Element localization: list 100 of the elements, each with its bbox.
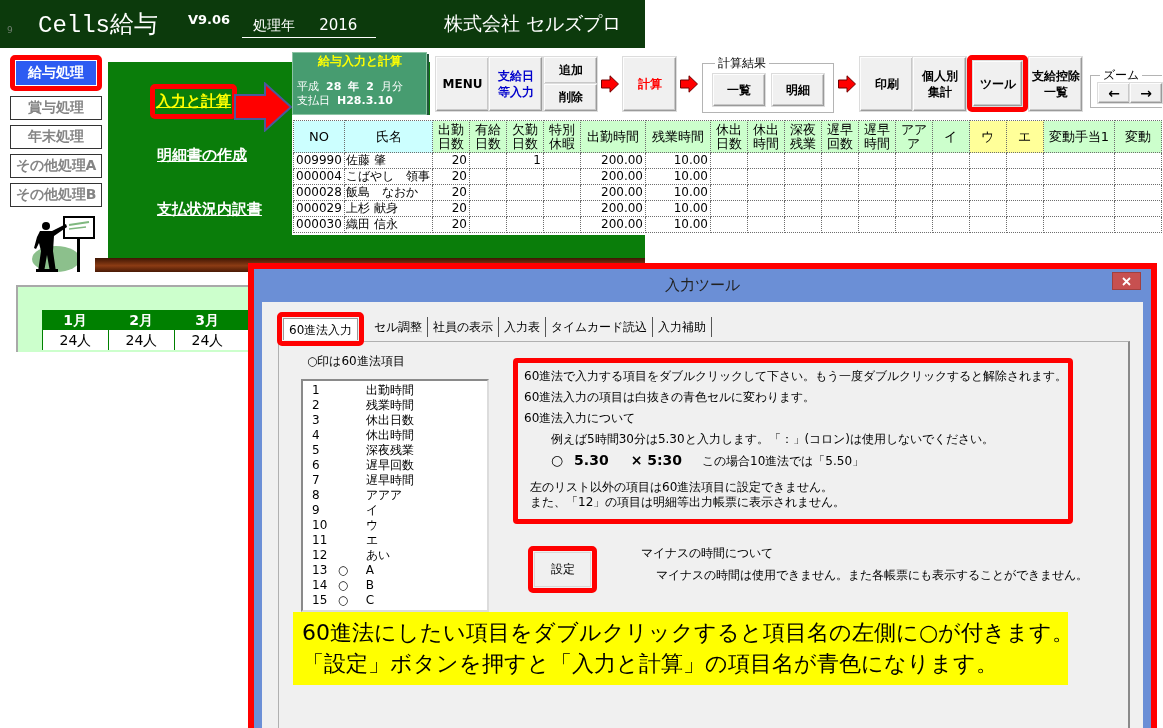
table-cell: 佐藤 肇 xyxy=(344,152,433,169)
corner-label: 9 xyxy=(7,25,14,35)
sidebar-item[interactable]: その他処理A xyxy=(10,154,102,178)
list-item[interactable]: 7 遅早時間 xyxy=(312,473,487,488)
example-correct: ○ 5.30 xyxy=(551,451,609,470)
info-text: 60進法入力の項目は白抜きの青色セルに変わります。 xyxy=(524,389,817,406)
column-header: 出勤時間 xyxy=(580,120,646,153)
year-unit: 年 xyxy=(348,80,360,94)
menu-link[interactable]: 入力と計算 xyxy=(156,91,231,111)
table-cell: 009990 xyxy=(293,152,345,169)
info-text: また、「12」の項目は明細等出力帳票に表示されません。 xyxy=(530,495,847,510)
list-item[interactable]: 4 休出時間 xyxy=(312,428,487,443)
table-cell: 飯島 なおか xyxy=(344,184,433,201)
list-item[interactable]: 14 ○ B xyxy=(312,578,487,593)
list-item[interactable]: 13 ○ A xyxy=(312,563,487,578)
year-label: 処理年 xyxy=(253,17,296,35)
list-item[interactable]: 8 アアア xyxy=(312,488,487,503)
table-cell: 200.00 xyxy=(580,168,646,185)
list-item[interactable]: 1 出勤時間 xyxy=(312,383,487,398)
toolbar-button[interactable]: 支給日 等入力 xyxy=(489,56,542,111)
column-header: 変動手当1 xyxy=(1043,120,1115,153)
minus-text: マイナスの時間は使用できません。また各帳票にも表示することができません。 xyxy=(656,568,1088,582)
table-cell: 20 xyxy=(432,216,470,233)
company-name: 株式会社 セルズプロ xyxy=(443,11,621,36)
toolbar-button[interactable]: 支給控除 一覧 xyxy=(1029,56,1082,111)
column-header: エ xyxy=(1006,120,1044,153)
info-text: 例えば5時間30分は5.30と入力します。「：」(コロン)は使用しないでください。 xyxy=(551,431,995,448)
sidebar-item[interactable]: 給与処理 xyxy=(16,61,96,85)
list-item[interactable]: 15 ○ C xyxy=(312,593,487,608)
list-item[interactable]: 12 あい xyxy=(312,548,487,563)
table-cell: 20 xyxy=(432,168,470,185)
table-cell: 200.00 xyxy=(580,200,646,217)
toolbar-button[interactable]: 個人別 集計 xyxy=(913,56,966,111)
close-button[interactable] xyxy=(1112,272,1141,290)
sidebar-item[interactable]: 賞与処理 xyxy=(10,96,102,120)
table-cell: こばやし 領事 xyxy=(344,168,433,185)
tab[interactable]: 60進法入力 xyxy=(283,318,359,340)
column-header: イ xyxy=(932,120,970,153)
group-title: ズーム xyxy=(1102,69,1140,82)
list-item[interactable]: 10 ウ xyxy=(312,518,487,533)
list-item[interactable]: 11 エ xyxy=(312,533,487,548)
info-text: 60進法で入力する項目をダブルクリックして下さい。もう一度ダブルクリックすると解除されます。 xyxy=(524,368,1064,385)
card-title: 給与入力と計算 xyxy=(317,54,403,69)
column-header: 遅早時間 xyxy=(858,120,896,153)
toolbar-button[interactable]: MENU xyxy=(436,56,489,111)
toolbar-button[interactable]: 追加 xyxy=(544,56,597,84)
toolbar-button[interactable]: 一覧 xyxy=(713,73,765,106)
menu-link[interactable]: 支払状況内訳書 xyxy=(157,199,262,219)
list-item[interactable]: 6 遅早回数 xyxy=(312,458,487,473)
toolbar-button[interactable]: 印刷 xyxy=(860,56,913,111)
tab[interactable]: タイムカード読込 xyxy=(546,317,654,337)
tab[interactable]: 社員の表示 xyxy=(428,317,500,337)
group-title: 計算結果 xyxy=(717,56,767,70)
column-header: 休出日数 xyxy=(710,120,748,153)
tab[interactable]: セル調整 xyxy=(369,317,429,337)
list-item[interactable]: 5 深夜残業 xyxy=(312,443,487,458)
toolbar-button[interactable]: → xyxy=(1130,83,1162,103)
dialog-title: 入力ツール xyxy=(665,276,740,295)
table-cell: 24人 xyxy=(42,330,108,350)
table-cell: 000030 xyxy=(293,216,345,233)
column-header: NO xyxy=(293,120,345,153)
table-cell: 20 xyxy=(432,152,470,169)
toolbar-button[interactable]: 明細 xyxy=(772,73,824,106)
month-unit: 月分 xyxy=(380,80,403,94)
toolbar-button[interactable]: 削除 xyxy=(544,83,597,111)
toolbar-button[interactable]: ツール xyxy=(973,61,1022,106)
tab[interactable]: 入力表 xyxy=(499,317,547,337)
note-text: 60進法にしたい項目をダブルクリックすると項目名の左側に○が付きます。 xyxy=(302,619,1059,647)
list-item[interactable]: 2 残業時間 xyxy=(312,398,487,413)
column-header: 有給日数 xyxy=(469,120,507,153)
sidebar-item[interactable]: 年末処理 xyxy=(10,125,102,149)
table-cell: 200.00 xyxy=(580,184,646,201)
toolbar-button[interactable]: 計算 xyxy=(623,56,676,111)
list-item[interactable]: 3 休出日数 xyxy=(312,413,487,428)
column-header: 遅早回数 xyxy=(821,120,859,153)
table-cell: 織田 信永 xyxy=(344,216,433,233)
table-cell: 000029 xyxy=(293,200,345,217)
list-box[interactable]: 1 出勤時間 2 残業時間 3 休出日数 4 休出時間 5 深夜残業 6 遅早回数 7 遅早時間 8 アアア 9 イ 10 ウ 11 エ 12 あい 13 ○ A 14 ○ B 15 ○ C xyxy=(301,379,489,612)
era-label: 平成 xyxy=(297,80,319,94)
table-cell: 20 xyxy=(432,184,470,201)
column-header: 出勤日数 xyxy=(432,120,470,153)
table-cell: 200.00 xyxy=(580,216,646,233)
arrow-icon xyxy=(680,74,698,93)
set-button[interactable]: 設定 xyxy=(534,552,591,587)
column-header: 特別休暇 xyxy=(543,120,581,153)
toolbar-button[interactable]: ← xyxy=(1098,83,1130,103)
list-item[interactable]: 9 イ xyxy=(312,503,487,518)
sidebar-item[interactable]: その他処理B xyxy=(10,183,102,207)
month-label: 1月 xyxy=(62,311,88,330)
arrow-icon xyxy=(838,74,856,93)
year-value: 28 xyxy=(326,80,342,94)
table-cell: 上杉 献身 xyxy=(344,200,433,217)
list-caption: ○印は60進法項目 xyxy=(307,354,406,368)
year-value: 2016 xyxy=(319,16,358,34)
version-label: V9.06 xyxy=(188,11,231,27)
close-icon xyxy=(1122,276,1131,286)
menu-link[interactable]: 明細書の作成 xyxy=(157,145,247,165)
month-label: 2月 xyxy=(128,311,154,330)
column-header: 深夜残業 xyxy=(784,120,822,153)
tab[interactable]: 入力補助 xyxy=(653,317,713,337)
